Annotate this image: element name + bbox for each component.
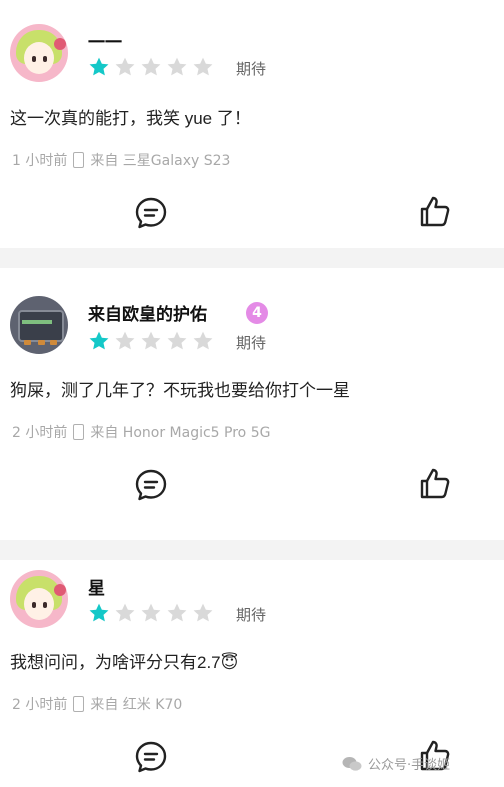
star-empty-icon: [141, 603, 161, 622]
star-empty-icon: [167, 331, 187, 350]
star-empty-icon: [193, 331, 213, 350]
comment-button[interactable]: [134, 468, 168, 502]
like-button[interactable]: [418, 194, 452, 228]
star-empty-icon: [115, 331, 135, 350]
wechat-icon: [342, 756, 362, 771]
review-device: 来自 Honor Magic5 Pro 5G: [90, 425, 271, 441]
rating-label: 期待: [236, 606, 267, 624]
separator: [0, 540, 504, 560]
star-filled-icon: [89, 331, 109, 350]
user-avatar[interactable]: [10, 24, 68, 82]
star-empty-icon: [141, 57, 161, 76]
star-empty-icon: [115, 57, 135, 76]
comment-bubble-icon: [135, 197, 167, 229]
thumbs-up-icon: [420, 196, 450, 227]
star-empty-icon: [167, 57, 187, 76]
star-empty-icon: [115, 603, 135, 622]
level-badge: 4: [246, 302, 268, 324]
star-filled-icon: [89, 57, 109, 76]
watermark: 公众号·手谈姬: [342, 754, 450, 773]
star-empty-icon: [141, 331, 161, 350]
phone-icon: [73, 424, 85, 440]
comment-button[interactable]: [134, 196, 168, 230]
review-time: 2 小时前: [12, 697, 68, 713]
rating-stars: [88, 330, 214, 352]
like-button[interactable]: [418, 466, 452, 500]
star-filled-icon: [89, 603, 109, 622]
rating-stars: [88, 602, 214, 624]
comment-bubble-icon: [135, 741, 167, 773]
user-avatar[interactable]: [10, 570, 68, 628]
review-meta: 1 小时前 来自 三星Galaxy S23: [12, 150, 230, 170]
separator: [0, 248, 504, 268]
phone-icon: [73, 152, 85, 168]
comment-button[interactable]: [134, 740, 168, 774]
review-meta: 2 小时前 来自 Honor Magic5 Pro 5G: [12, 422, 270, 442]
rating-label: 期待: [236, 334, 267, 352]
review-device: 来自 三星Galaxy S23: [90, 153, 231, 169]
review-card: 来自欧皇的护佑 4 期待 狗屎，测了几年了？不玩我也要给你打个一星 2 小时前 …: [0, 268, 504, 540]
thumbs-up-icon: [420, 468, 450, 499]
username[interactable]: 星: [88, 574, 105, 599]
review-text: 我想问问，为啥评分只有2.7😇: [10, 653, 239, 672]
review-time: 2 小时前: [12, 425, 68, 441]
username[interactable]: 来自欧皇的护佑: [88, 300, 207, 325]
star-empty-icon: [167, 603, 187, 622]
rating-stars: [88, 56, 214, 78]
phone-icon: [73, 696, 85, 712]
rating-label: 期待: [236, 60, 267, 78]
review-text: 这一次真的能打，我笑 yue 了！: [10, 109, 251, 128]
review-card: 一一 期待 这一次真的能打，我笑 yue 了！ 1 小时前 来自 三星Galax…: [0, 0, 504, 248]
user-avatar[interactable]: [10, 296, 68, 354]
review-time: 1 小时前: [12, 153, 68, 169]
review-text: 狗屎，测了几年了？不玩我也要给你打个一星: [10, 381, 350, 400]
comment-bubble-icon: [135, 469, 167, 501]
review-device: 来自 红米 K70: [90, 697, 183, 713]
username[interactable]: 一一: [88, 28, 122, 53]
review-meta: 2 小时前 来自 红米 K70: [12, 694, 182, 714]
watermark-text: 公众号·手谈姬: [368, 758, 451, 773]
star-empty-icon: [193, 57, 213, 76]
star-empty-icon: [193, 603, 213, 622]
review-feed: 一一 期待 这一次真的能打，我笑 yue 了！ 1 小时前 来自 三星Galax…: [0, 0, 504, 787]
review-card: 星 期待 我想问问，为啥评分只有2.7😇 2 小时前 来自 红米 K70: [0, 560, 504, 787]
